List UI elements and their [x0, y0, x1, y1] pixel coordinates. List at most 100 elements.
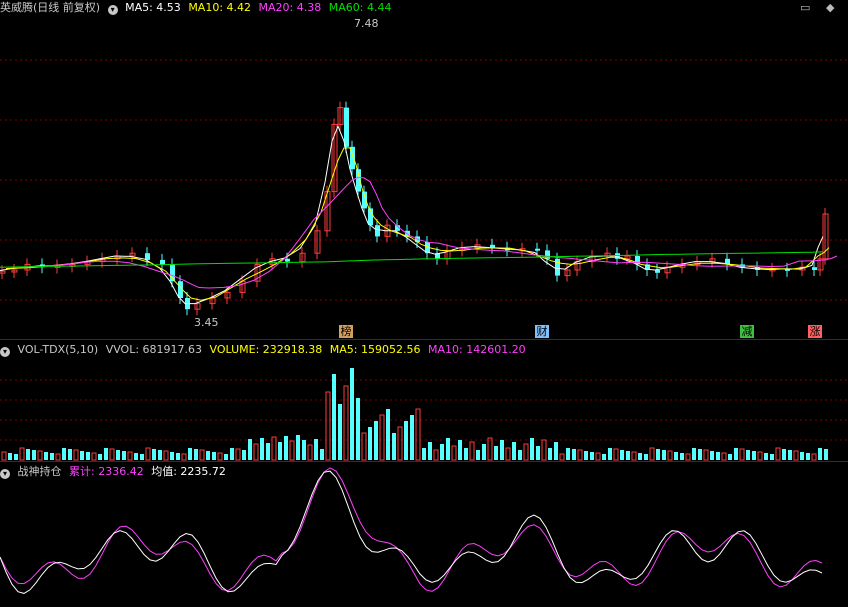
- volume-bar: [548, 448, 552, 460]
- volume-bar: [793, 450, 799, 461]
- volume-bar: [703, 449, 709, 461]
- volume-bar: [50, 453, 54, 460]
- volume-panel[interactable]: ▾ VOL-TDX(5,10) VVOL: 681917.63 VOLUME: …: [0, 340, 848, 462]
- volume-bar: [325, 391, 331, 461]
- volume-bar: [224, 454, 228, 460]
- volume-bar: [320, 449, 324, 460]
- volume-bar: [800, 452, 804, 460]
- volume-bar: [8, 453, 12, 460]
- ma5-line: [0, 124, 824, 305]
- volume-bar: [397, 426, 403, 461]
- volume-bar: [649, 447, 655, 461]
- volume-bar: [451, 445, 457, 461]
- volume-bar: [685, 453, 691, 461]
- volume-bar: [680, 453, 684, 460]
- volume-bar: [734, 448, 738, 460]
- volume-bar: [26, 449, 30, 460]
- volume-bar: [296, 435, 300, 460]
- volume-bar: [152, 449, 156, 460]
- volume-bar: [248, 439, 252, 460]
- candle-body: [145, 253, 150, 260]
- volume-bar: [530, 438, 534, 460]
- volume-bar: [332, 374, 336, 460]
- volume-bar: [386, 409, 390, 460]
- volume-bar: [656, 449, 660, 460]
- ma20-line: [13, 176, 838, 289]
- volume-bar: [458, 440, 462, 460]
- volume-bar: [145, 447, 151, 461]
- volume-bar: [44, 452, 48, 460]
- indicator-chart[interactable]: [0, 462, 848, 607]
- volume-bar: [374, 421, 378, 460]
- marker-cai[interactable]: 财: [535, 325, 549, 338]
- volume-bar: [626, 451, 630, 460]
- volume-bar: [1, 451, 7, 461]
- volume-bar: [428, 442, 432, 460]
- volume-bar: [242, 450, 246, 460]
- candle-body: [545, 250, 550, 259]
- volume-bar: [608, 448, 612, 460]
- volume-bar: [55, 453, 61, 461]
- volume-bar: [482, 444, 486, 460]
- avg-line: [0, 470, 823, 594]
- volume-bar: [127, 451, 133, 461]
- candlestick-chart[interactable]: [0, 0, 848, 340]
- price-panel[interactable]: 英威腾(日线 前复权) ▾ MA5: 4.53 MA10: 4.42 MA20:…: [0, 0, 848, 340]
- volume-bar: [176, 453, 180, 460]
- low-price-label: 3.45: [194, 316, 219, 329]
- volume-bar: [260, 438, 264, 460]
- volume-bar: [584, 451, 588, 460]
- volume-bar: [14, 454, 18, 460]
- volume-bar: [572, 449, 576, 460]
- marker-jian[interactable]: 减: [740, 325, 754, 338]
- marker-zhang[interactable]: 涨: [808, 325, 822, 338]
- volume-bar: [404, 421, 408, 460]
- volume-bar: [266, 443, 270, 460]
- volume-bar: [422, 448, 426, 460]
- volume-bar: [559, 453, 565, 461]
- volume-bar: [752, 451, 756, 460]
- volume-bar: [181, 453, 187, 461]
- volume-bar: [163, 450, 169, 461]
- volume-bar: [739, 448, 745, 461]
- ma10-line: [5, 147, 830, 301]
- volume-bar: [518, 450, 522, 460]
- volume-bar: [278, 442, 282, 460]
- volume-bar: [824, 449, 828, 460]
- volume-bar: [104, 448, 108, 460]
- indicator-panel[interactable]: ▾ 战神持仓 累计: 2336.42 均值: 2235.72: [0, 462, 848, 607]
- volume-bar: [284, 436, 288, 460]
- candle-body: [812, 267, 817, 270]
- volume-bar: [415, 408, 421, 461]
- volume-bar: [194, 449, 198, 460]
- volume-bar: [775, 447, 781, 461]
- marker-bang[interactable]: 榜: [339, 325, 353, 338]
- volume-bar: [728, 454, 732, 460]
- volume-bar: [62, 448, 66, 460]
- volume-bar: [512, 442, 516, 460]
- volume-bar: [644, 454, 648, 460]
- volume-bar: [770, 454, 774, 460]
- volume-bar: [134, 453, 138, 460]
- volume-bar: [343, 385, 349, 461]
- volume-bar: [476, 450, 480, 460]
- volume-bar: [140, 454, 144, 460]
- volume-bar: [818, 448, 822, 460]
- volume-bar: [566, 448, 570, 460]
- volume-bar: [32, 450, 36, 460]
- high-price-label: 7.48: [354, 17, 379, 30]
- volume-chart[interactable]: [0, 340, 848, 462]
- volume-bar: [302, 440, 306, 460]
- volume-bar: [68, 449, 72, 460]
- volume-bar: [757, 451, 763, 461]
- volume-bar: [620, 450, 624, 460]
- volume-bar: [289, 440, 295, 461]
- candle-body: [344, 107, 349, 147]
- volume-bar: [361, 432, 367, 461]
- volume-bar: [806, 453, 810, 460]
- volume-bar: [469, 441, 475, 461]
- volume-bar: [188, 448, 192, 460]
- volume-bar: [392, 433, 396, 460]
- volume-bar: [86, 452, 90, 460]
- volume-bar: [613, 448, 619, 461]
